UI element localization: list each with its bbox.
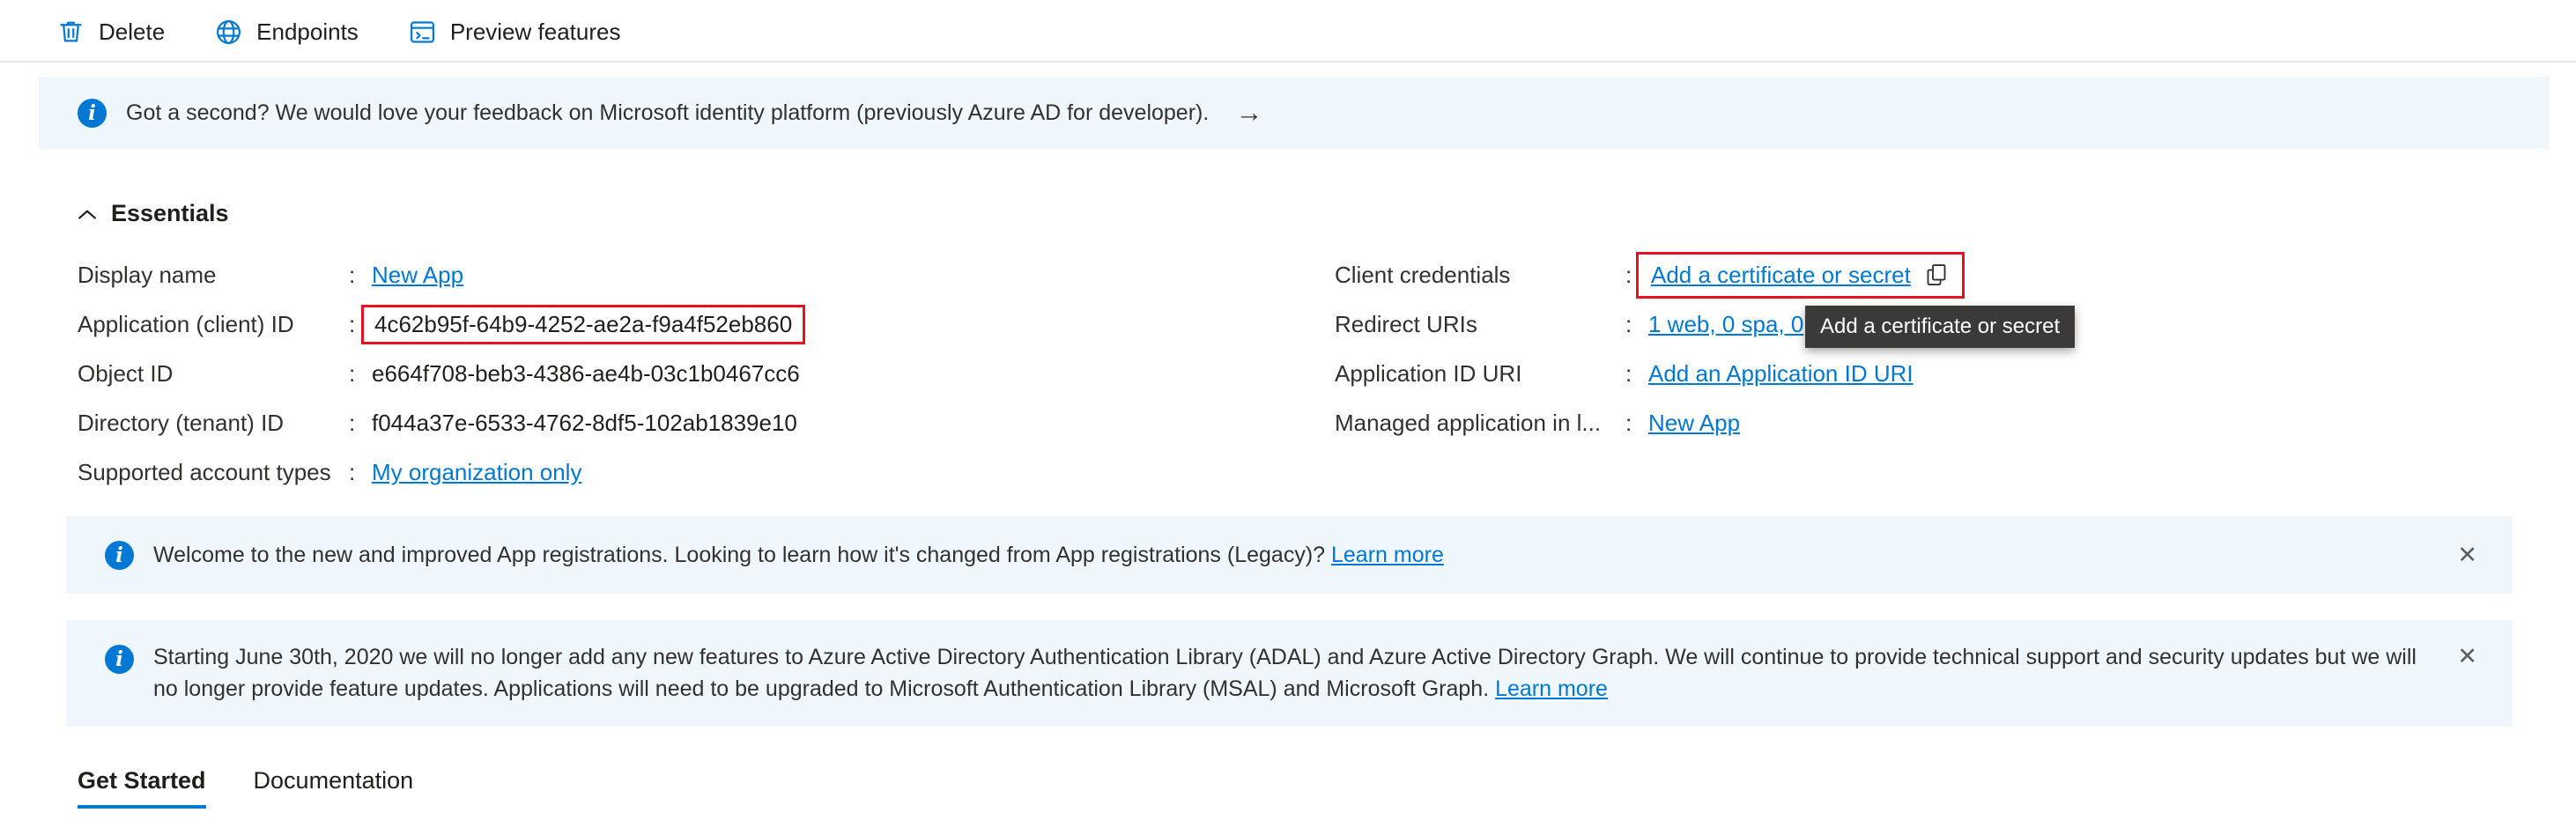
adal-banner-message: Starting June 30th, 2020 we will no long… [153,645,2417,701]
object-id-row: Object ID e664f708-beb3-4386-ae4b-03c1b0… [78,349,1335,398]
client-credentials-row: Client credentials Add a certificate or … [1335,250,2498,299]
welcome-banner-message: Welcome to the new and improved App regi… [153,543,1325,567]
display-name-row: Display name New App [78,250,1335,299]
tooltip: Add a certificate or secret [1805,306,2075,348]
chevron-up-icon [78,208,97,220]
separator [349,360,372,388]
delete-button[interactable]: Delete [56,18,165,47]
application-client-id-value: 4c62b95f-64b9-4252-ae2a-f9a4f52eb860 [374,311,792,338]
managed-application-label: Managed application in l... [1335,410,1625,437]
welcome-banner: i Welcome to the new and improved App re… [66,516,2513,594]
preview-features-button[interactable]: Preview features [408,18,621,47]
essentials-header[interactable]: Essentials [78,200,2498,227]
supported-account-types-label: Supported account types [78,459,349,486]
adal-banner-text: Starting June 30th, 2020 we will no long… [153,641,2432,706]
supported-account-types-link[interactable]: My organization only [372,459,581,485]
application-id-uri-label: Application ID URI [1335,360,1625,388]
separator [1625,360,1648,388]
arrow-right-icon[interactable]: → [1235,97,1262,129]
command-bar: Delete Endpoints Preview features [0,0,2576,61]
close-icon[interactable]: ✕ [2452,542,2483,569]
delete-button-label: Delete [99,18,165,46]
separator [349,410,372,437]
supported-account-types-row: Supported account types My organization … [78,447,1335,497]
feedback-banner: i Got a second? We would love your feedb… [39,77,2550,149]
welcome-learn-more-link[interactable]: Learn more [1331,543,1444,567]
essentials-left-column: Display name New App Application (client… [78,250,1335,497]
trash-icon [56,18,85,47]
separator [349,459,372,486]
application-client-id-label: Application (client) ID [78,311,349,338]
toolbar-divider [0,61,2576,63]
tab-documentation[interactable]: Documentation [254,767,414,809]
object-id-value: e664f708-beb3-4386-ae4b-03c1b0467cc6 [372,360,800,388]
essentials-grid: Display name New App Application (client… [78,250,2498,497]
add-certificate-or-secret-link[interactable]: Add a certificate or secret [1651,262,1911,289]
tab-get-started[interactable]: Get Started [78,767,206,809]
adal-banner: i Starting June 30th, 2020 we will no lo… [66,620,2513,727]
object-id-label: Object ID [78,360,349,388]
preview-features-icon [408,18,437,47]
endpoints-button-label: Endpoints [256,18,359,46]
application-client-id-row: Application (client) ID 4c62b95f-64b9-42… [78,299,1335,349]
client-credentials-highlight-box: Add a certificate or secret [1636,252,1965,299]
essentials-section: Essentials Display name New App Applicat… [0,200,2576,497]
separator [1625,311,1648,338]
info-icon: i [105,541,134,570]
info-icon: i [78,99,107,128]
essentials-right-column: Client credentials Add a certificate or … [1335,250,2498,497]
preview-features-button-label: Preview features [450,18,621,46]
redirect-uris-row: Redirect URIs 1 web, 0 spa, 0 Add a cert… [1335,299,2498,349]
client-credentials-label: Client credentials [1335,262,1625,289]
display-name-link[interactable]: New App [372,262,463,288]
directory-tenant-id-row: Directory (tenant) ID f044a37e-6533-4762… [78,398,1335,447]
endpoints-button[interactable]: Endpoints [214,18,359,47]
copy-icon[interactable] [1923,262,1950,288]
close-icon[interactable]: ✕ [2452,643,2483,670]
redirect-uris-label: Redirect URIs [1335,311,1625,338]
managed-application-link[interactable]: New App [1648,410,1740,436]
redirect-uris-link[interactable]: 1 web, 0 spa, 0 [1648,311,1803,337]
separator [1625,410,1648,437]
directory-tenant-id-label: Directory (tenant) ID [78,410,349,437]
application-id-uri-row: Application ID URI Add an Application ID… [1335,349,2498,398]
managed-application-row: Managed application in l... New App [1335,398,2498,447]
info-icon: i [105,645,134,674]
display-name-label: Display name [78,262,349,289]
add-application-id-uri-link[interactable]: Add an Application ID URI [1648,360,1913,387]
directory-tenant-id-value: f044a37e-6533-4762-8df5-102ab1839e10 [372,410,797,437]
adal-learn-more-link[interactable]: Learn more [1495,676,1608,701]
tab-bar: Get Started Documentation [0,767,2576,809]
welcome-banner-text: Welcome to the new and improved App regi… [153,543,1444,568]
separator [349,262,372,289]
globe-icon [214,18,243,47]
essentials-title: Essentials [111,200,229,227]
feedback-banner-text: Got a second? We would love your feedbac… [126,100,1209,126]
client-id-highlight-box: 4c62b95f-64b9-4252-ae2a-f9a4f52eb860 [361,305,805,344]
